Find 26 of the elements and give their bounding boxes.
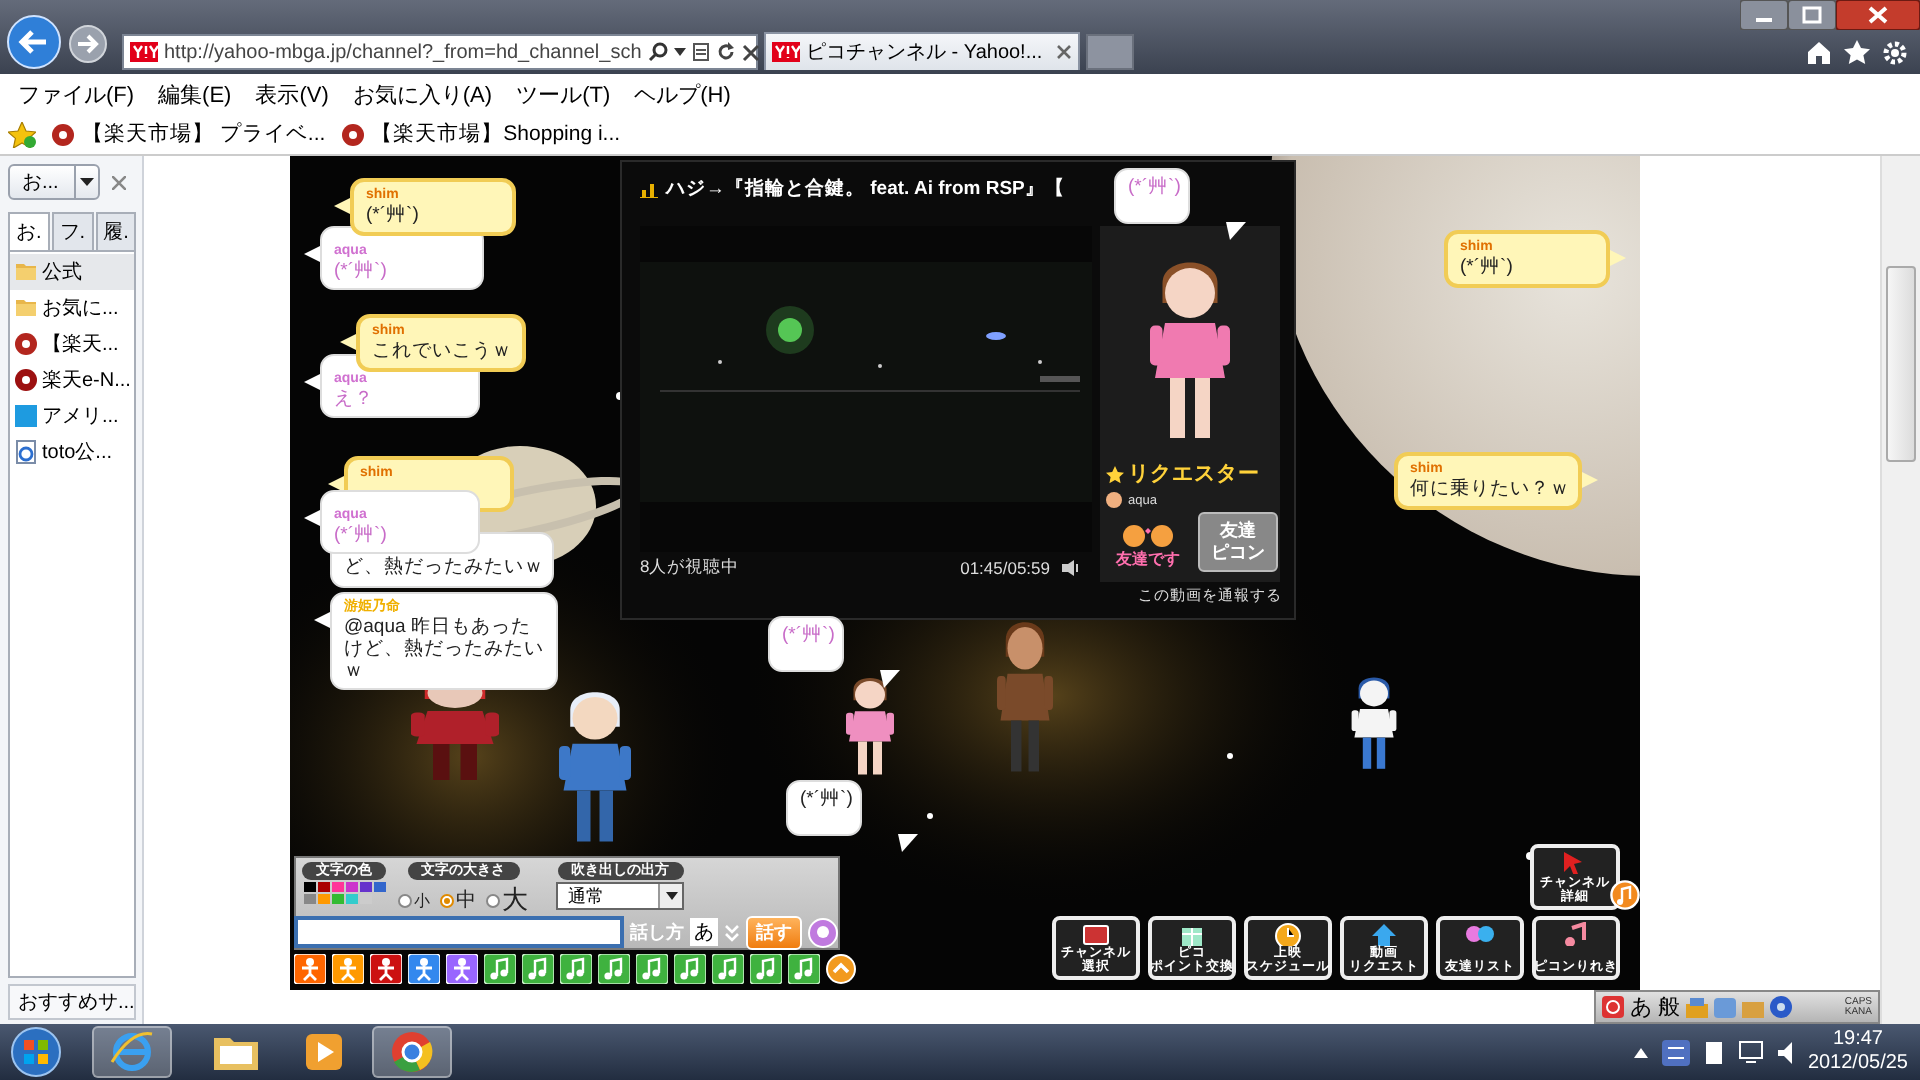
address-text: http://yahoo-mbga.jp/channel?_from=hd_channel_sch <box>164 41 642 63</box>
clock-time: 19:47 <box>1832 1028 1883 1052</box>
browser-tab[interactable]: ピコチャンネル - Yahoo!... <box>764 32 1080 70</box>
favorite-item[interactable]: 楽天e-N... <box>10 362 134 398</box>
menu-item[interactable]: 編集(E) <box>146 79 244 109</box>
menu-item[interactable]: ツール(T) <box>504 79 623 109</box>
menu-item[interactable]: ファイル(F) <box>6 79 147 109</box>
favorite-item[interactable]: お気に... <box>10 290 134 326</box>
pane-tab[interactable]: 履. <box>95 212 137 250</box>
recommended-button[interactable]: おすすめサ... <box>8 984 136 1020</box>
favorite-item[interactable]: 【楽天... <box>10 326 134 362</box>
pane-tab[interactable]: お. <box>8 212 50 250</box>
favorite-item[interactable]: toto公... <box>10 434 134 470</box>
favorite-item[interactable]: アメリ... <box>10 398 134 434</box>
favorites-dropdown[interactable]: お... <box>8 164 100 200</box>
menu-item[interactable]: ヘルプ(H) <box>622 79 743 109</box>
favorite-item[interactable]: 公式 <box>10 254 134 290</box>
menu-item[interactable]: お気に入り(A) <box>340 79 505 109</box>
menu-item[interactable]: 表示(V) <box>243 79 341 109</box>
dropdown-label: お... <box>22 170 61 196</box>
clock-date: 2012/05/25 <box>1807 1052 1908 1076</box>
tab-title: ピコチャンネル - Yahoo!... <box>806 40 1045 66</box>
favorite-link[interactable]: 【楽天市場】 プライベ... <box>52 120 326 148</box>
pane-tab[interactable]: フ. <box>51 212 94 250</box>
favorite-link[interactable]: 【楽天市場】Shopping i... <box>341 120 621 148</box>
address-bar[interactable]: http://yahoo-mbga.jp/channel?_from=hd_channel_sch <box>122 34 758 70</box>
